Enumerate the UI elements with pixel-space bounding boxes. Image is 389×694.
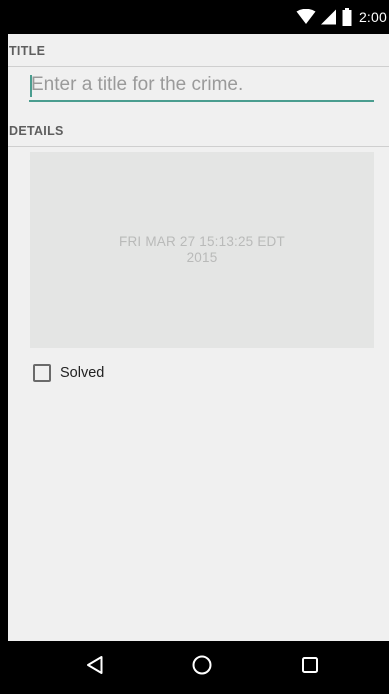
crime-date-text: FRI MAR 27 15:13:25 EDT 2015	[102, 234, 302, 266]
home-icon	[191, 654, 213, 681]
details-section-header: DETAILS	[8, 116, 389, 147]
solved-label: Solved	[60, 365, 105, 381]
text-cursor	[30, 75, 32, 97]
battery-icon	[341, 8, 353, 26]
navigation-bar	[0, 641, 389, 694]
back-icon	[86, 655, 104, 680]
crime-date-line2: 2015	[186, 250, 218, 265]
home-button[interactable]	[172, 641, 232, 694]
recents-icon	[301, 656, 319, 679]
solved-checkbox-row[interactable]: Solved	[33, 362, 104, 384]
crime-title-input[interactable]	[29, 70, 374, 102]
status-icons: 2:00	[296, 0, 389, 34]
wifi-icon	[296, 9, 316, 25]
status-time: 2:00	[358, 9, 387, 25]
title-input-wrapper	[29, 70, 374, 104]
crime-date-line1: FRI MAR 27 15:13:25 EDT	[119, 234, 285, 249]
signal-icon	[320, 9, 337, 25]
solved-checkbox[interactable]	[33, 364, 51, 382]
title-header-label: TITLE	[9, 44, 46, 58]
crime-form: TITLE DETAILS FRI MAR 27 15:13:25 EDT 20…	[8, 34, 389, 641]
status-bar: 2:00	[0, 0, 389, 34]
crime-date-button[interactable]: FRI MAR 27 15:13:25 EDT 2015	[30, 152, 374, 348]
back-button[interactable]	[65, 641, 125, 694]
recents-button[interactable]	[280, 641, 340, 694]
details-header-label: DETAILS	[9, 124, 64, 138]
title-section-header: TITLE	[8, 36, 389, 67]
